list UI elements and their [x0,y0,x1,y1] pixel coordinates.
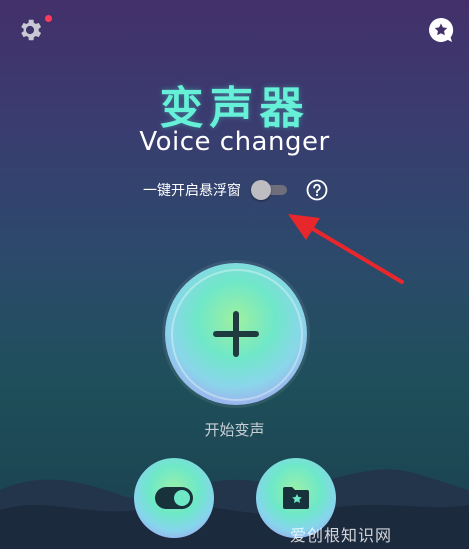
favorites-button[interactable] [427,16,455,44]
question-circle-icon [306,179,328,201]
floating-window-label: 一键开启悬浮窗 [143,183,241,199]
star-bubble-icon [429,17,454,42]
notification-dot [45,15,52,22]
toggle-switch-icon [155,487,193,509]
floating-window-shortcut-button[interactable] [134,458,214,538]
floating-window-toggle[interactable] [251,180,287,200]
watermark: 爱创根知识网 [290,526,393,545]
mountain-background [0,469,469,549]
annotation-arrow [288,214,404,284]
gear-icon [21,19,42,41]
settings-button[interactable] [12,12,52,48]
star-folder-icon [283,487,309,509]
toggle-knob [251,180,271,200]
plus-icon [213,311,259,357]
floating-window-row: 一键开启悬浮窗 [143,178,287,202]
start-voice-change-button[interactable] [165,263,307,405]
app-title-english: Voice changer [139,127,330,157]
help-button[interactable] [306,179,328,201]
start-label: 开始变声 [204,421,265,439]
